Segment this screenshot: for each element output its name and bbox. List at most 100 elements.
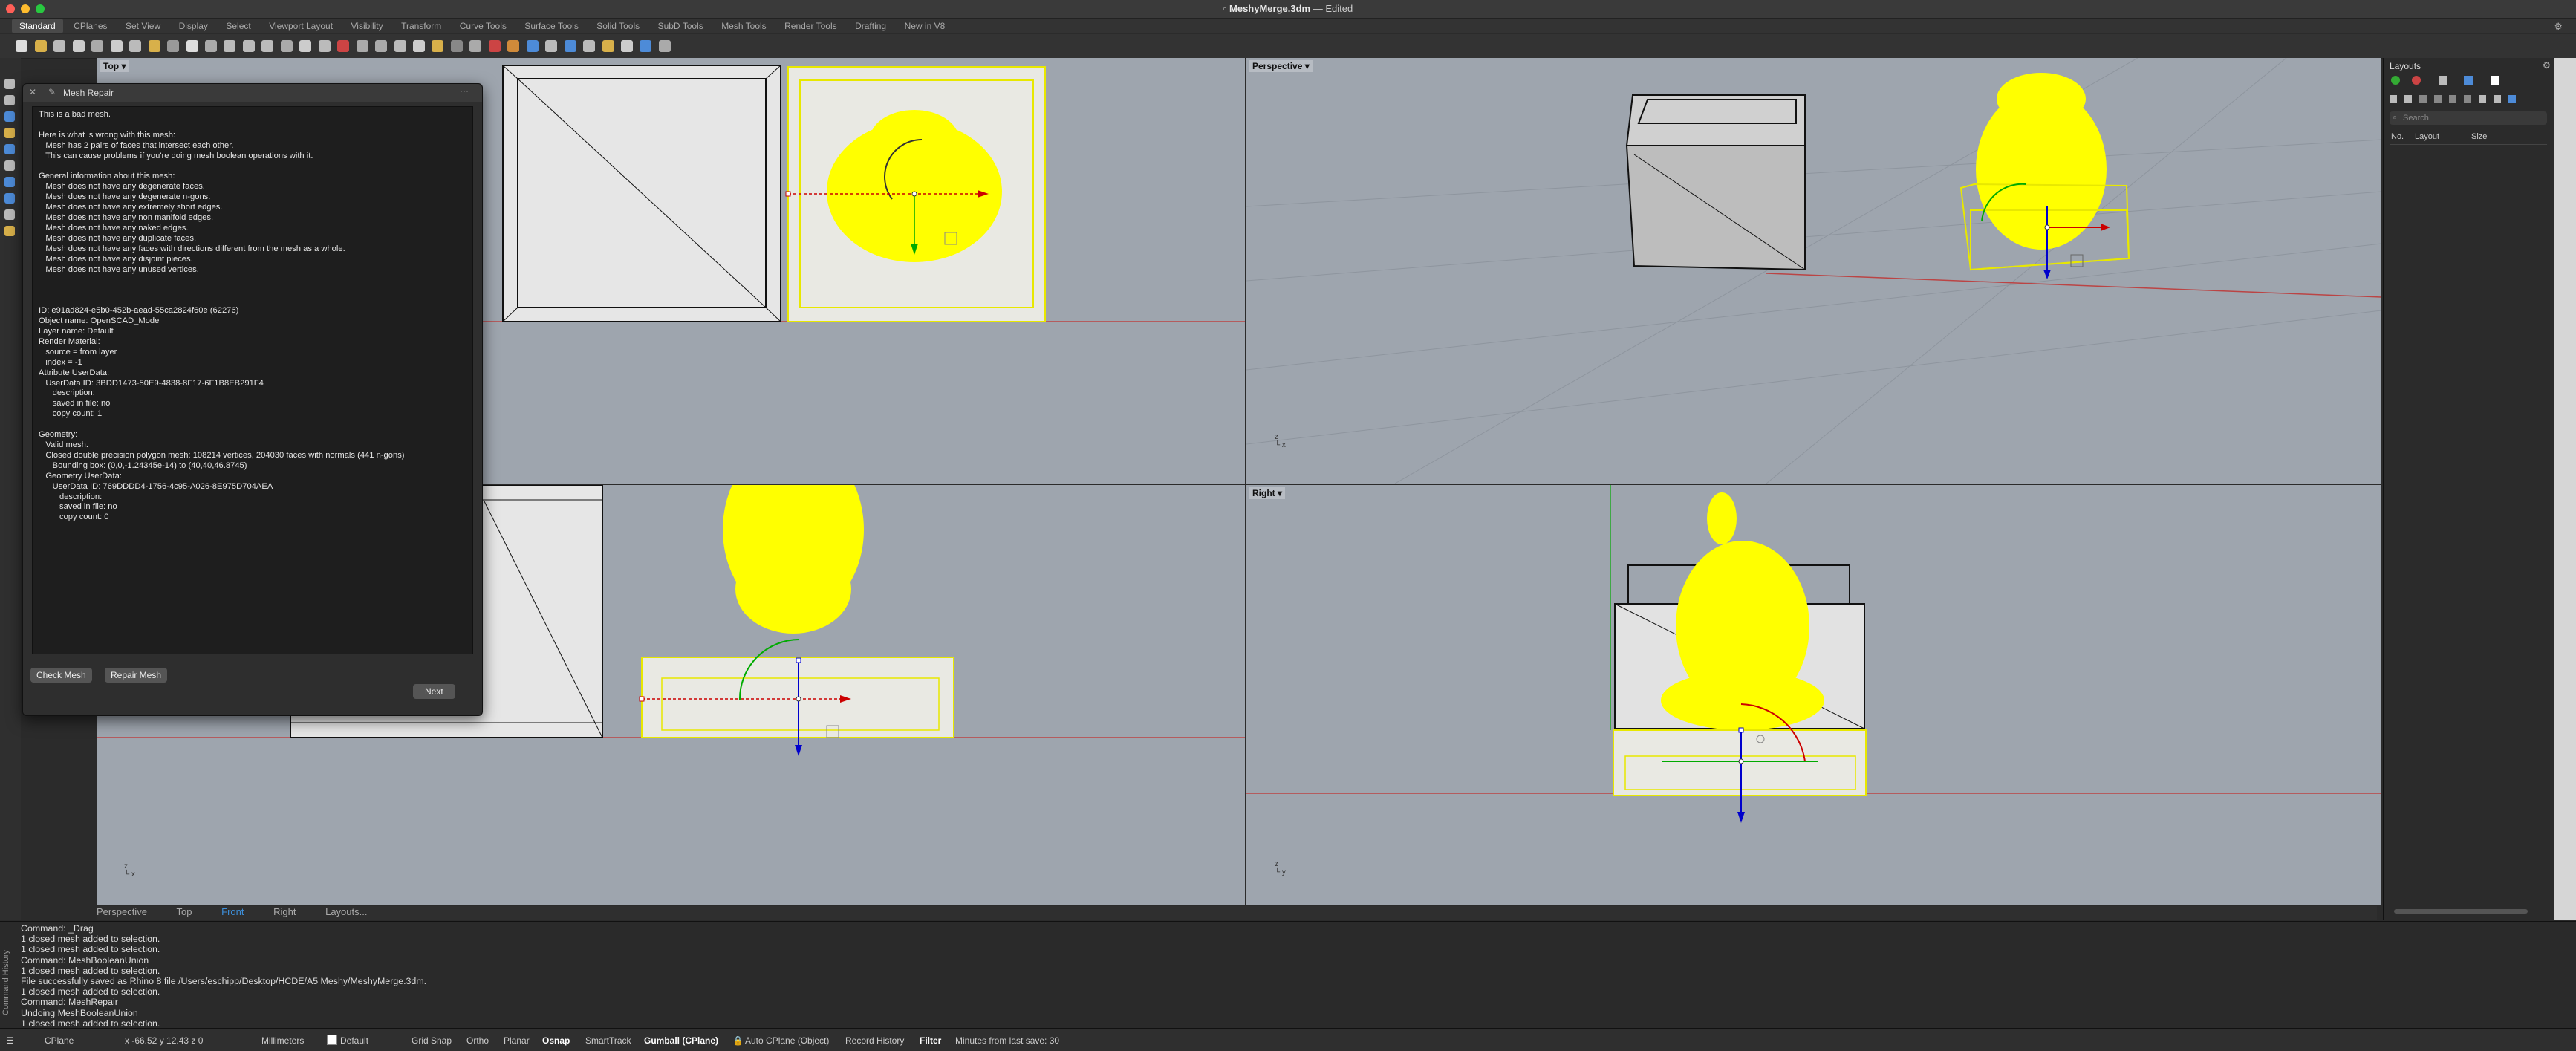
dialog-close-icon[interactable]: ✕ [29,87,36,97]
new-file-icon[interactable] [16,40,28,52]
dialog-title-bar[interactable]: ✕ ✎ Mesh Repair ··· [23,84,482,102]
circle-icon[interactable] [4,144,15,154]
cplane-indicator[interactable]: CPlane [45,1035,74,1046]
grid-menu-icon[interactable]: ☰ [6,1035,14,1046]
settings-gear-icon[interactable]: ⚙ [2554,21,2563,33]
zoom-window-icon[interactable] [242,40,255,52]
layout-filter-icon[interactable] [2494,95,2501,103]
dialog-menu-icon[interactable]: ··· [460,85,469,96]
layout-properties-icon[interactable] [2479,95,2486,103]
display-mode-icon[interactable] [640,40,652,52]
tab-drafting[interactable]: Drafting [848,19,894,33]
line-icon[interactable] [4,95,15,105]
help-icon[interactable] [564,40,576,52]
layouts-scrollbar[interactable] [2394,909,2528,914]
layer-icon[interactable] [469,40,482,52]
surface-icon[interactable] [4,177,15,187]
tab-new-in-v8[interactable]: New in V8 [897,19,953,33]
tab-visibility[interactable]: Visibility [343,19,390,33]
polyline-icon[interactable] [4,111,15,122]
delete-layout-icon[interactable] [2419,95,2427,103]
materials-tab-icon[interactable] [2412,76,2421,85]
four-viewports-icon[interactable] [299,40,312,52]
check-mesh-button[interactable]: Check Mesh [30,668,92,683]
tab-curve-tools[interactable]: Curve Tools [452,19,514,33]
hide-icon[interactable] [337,40,350,52]
smarttrack-toggle[interactable]: SmartTrack [585,1035,631,1046]
tab-select[interactable]: Select [218,19,258,33]
planar-toggle[interactable]: Planar [504,1035,530,1046]
tab-standard[interactable]: Standard [12,19,63,33]
snapshots-icon[interactable] [620,40,633,52]
text-icon[interactable] [4,160,15,171]
current-layer[interactable]: Default [340,1035,368,1046]
tab-transform[interactable]: Transform [394,19,449,33]
open-file-icon[interactable] [34,40,47,52]
ortho-toggle[interactable]: Ortho [466,1035,489,1046]
zoom-icon[interactable] [224,40,236,52]
select-icon[interactable] [318,40,331,52]
viewport-perspective[interactable]: Perspective ▾ z └ x [1246,58,2381,484]
tab-perspective[interactable]: Perspective [97,906,147,917]
tab-front[interactable]: Front [221,906,244,917]
lock-icon[interactable] [375,40,388,52]
world-icon[interactable] [658,40,671,52]
tab-mesh-tools[interactable]: Mesh Tools [714,19,773,33]
duplicate-layout-icon[interactable] [2404,95,2412,103]
auto-cplane-toggle[interactable]: Auto CPlane (Object) [745,1035,829,1046]
print-icon[interactable] [72,40,85,52]
tab-surface-tools[interactable]: Surface Tools [517,19,586,33]
tab-subd-tools[interactable]: SubD Tools [651,19,711,33]
filter-toggle[interactable]: Filter [920,1035,941,1046]
tab-top[interactable]: Top [177,906,192,917]
import-icon[interactable] [91,40,104,52]
move-down-icon[interactable] [2449,95,2456,103]
pan-hand-icon[interactable] [186,40,198,52]
rotate-view-icon[interactable] [204,40,217,52]
gumball-toggle[interactable]: Gumball (CPlane) [644,1035,718,1046]
new-layout-icon[interactable] [2390,95,2397,103]
show-icon[interactable] [356,40,368,52]
layer-color-swatch[interactable] [327,1035,337,1045]
zoom-extents-icon[interactable] [261,40,274,52]
undo-icon[interactable] [167,40,180,52]
display-tab-icon[interactable] [2439,76,2447,85]
column-no[interactable]: No. [2391,132,2404,141]
record-history-toggle[interactable]: Record History [845,1035,904,1046]
tab-render-tools[interactable]: Render Tools [777,19,845,33]
select-points-icon[interactable] [4,79,15,89]
print-layout-icon[interactable] [2464,95,2471,103]
transform-icon[interactable] [4,209,15,220]
layouts-tab-icon[interactable] [2491,76,2499,85]
grid-snap-toggle[interactable]: Grid Snap [412,1035,452,1046]
material-icon[interactable] [507,40,520,52]
cut-icon[interactable] [110,40,123,52]
copy-icon[interactable] [129,40,142,52]
column-size[interactable]: Size [2471,132,2487,141]
move-up-icon[interactable] [2434,95,2442,103]
osnap-toggle[interactable]: Osnap [542,1035,570,1046]
next-button[interactable]: Next [413,684,455,699]
tab-set-view[interactable]: Set View [118,19,168,33]
units-indicator[interactable]: Millimeters [261,1035,304,1046]
curve-icon[interactable] [4,128,15,138]
environment-icon[interactable] [602,40,614,52]
tab-layouts[interactable]: Layouts... [325,906,367,917]
tab-viewport-layout[interactable]: Viewport Layout [261,19,340,33]
color-wheel-icon[interactable] [526,40,539,52]
layouts-search-box[interactable]: ⌕ Search [2390,111,2547,125]
tab-solid-tools[interactable]: Solid Tools [589,19,647,33]
light-icon[interactable] [432,40,444,52]
render-icon[interactable] [488,40,501,52]
sun-icon[interactable] [583,40,596,52]
undo-view-icon[interactable] [280,40,293,52]
column-layout[interactable]: Layout [2415,132,2439,141]
named-views-tab-icon[interactable] [2464,76,2473,85]
viewport-right[interactable]: Right ▾ z └ y [1246,485,2381,905]
solid-icon[interactable] [4,193,15,204]
repair-mesh-button[interactable]: Repair Mesh [105,668,168,683]
dimension-icon[interactable] [4,226,15,236]
layers-tab-icon[interactable] [2391,76,2400,85]
options-icon[interactable] [545,40,558,52]
cplane-icon[interactable] [394,40,406,52]
